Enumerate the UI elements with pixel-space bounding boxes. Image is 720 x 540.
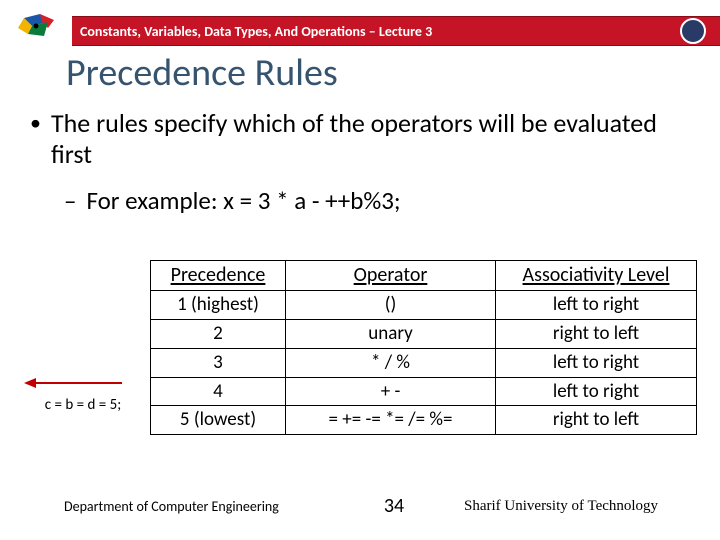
bullet-dot-icon: • — [30, 108, 41, 170]
right-logo — [666, 16, 720, 46]
cell-op: = += -= *= /= %= — [286, 406, 496, 435]
table-row: 5 (lowest) = += -= *= /= %= right to lef… — [151, 406, 697, 435]
th-operator: Operator — [286, 261, 496, 291]
cell-assoc: left to right — [496, 377, 697, 406]
cell-op: * / % — [286, 348, 496, 377]
th-associativity: Associativity Level — [496, 261, 697, 291]
cell-assoc: left to right — [496, 348, 697, 377]
cell-prec: 2 — [151, 319, 286, 348]
bullet-main: • The rules specify which of the operato… — [30, 108, 700, 170]
cell-op: + - — [286, 377, 496, 406]
footer-page: 34 — [364, 494, 424, 518]
dash-icon: – — [64, 186, 76, 216]
cell-prec: 3 — [151, 348, 286, 377]
body-content: • The rules specify which of the operato… — [30, 108, 700, 216]
table-row: 3 * / % left to right — [151, 348, 697, 377]
footer-university: Sharif University of Technology — [424, 498, 720, 515]
lecture-label: Constants, Variables, Data Types, And Op… — [80, 23, 432, 40]
cell-assoc: right to left — [496, 319, 697, 348]
top-bar: Constants, Variables, Data Types, And Op… — [0, 16, 720, 46]
cell-op: () — [286, 291, 496, 320]
slide-title: Precedence Rules — [66, 50, 338, 96]
university-seal-icon — [680, 18, 706, 44]
arrow-left-icon — [24, 376, 124, 390]
cell-op: unary — [286, 319, 496, 348]
cell-assoc: right to left — [496, 406, 697, 435]
arrow-left — [24, 376, 124, 394]
bullet-sub: – For example: x = 3 * a - ++b%3; — [64, 186, 700, 216]
bullet-main-text: The rules specify which of the operators… — [51, 108, 700, 170]
th-precedence: Precedence — [151, 261, 286, 291]
table-row: 4 + - left to right — [151, 377, 697, 406]
footer: Department of Computer Engineering 34 Sh… — [0, 494, 720, 518]
side-note: c = b = d = 5; — [18, 396, 148, 414]
cell-prec: 4 — [151, 377, 286, 406]
slide: Constants, Variables, Data Types, And Op… — [0, 0, 720, 540]
cell-prec: 5 (lowest) — [151, 406, 286, 435]
bullet-sub-text: For example: x = 3 * a - ++b%3; — [86, 186, 400, 216]
left-logo — [0, 16, 72, 46]
cell-assoc: left to right — [496, 291, 697, 320]
puzzle-logo-icon — [14, 14, 58, 48]
footer-dept: Department of Computer Engineering — [0, 498, 364, 515]
table-header-row: Precedence Operator Associativity Level — [151, 261, 697, 291]
table-row: 2 unary right to left — [151, 319, 697, 348]
cell-prec: 1 (highest) — [151, 291, 286, 320]
lecture-bar: Constants, Variables, Data Types, And Op… — [72, 16, 666, 46]
precedence-table: Precedence Operator Associativity Level … — [150, 260, 696, 435]
table-row: 1 (highest) () left to right — [151, 291, 697, 320]
